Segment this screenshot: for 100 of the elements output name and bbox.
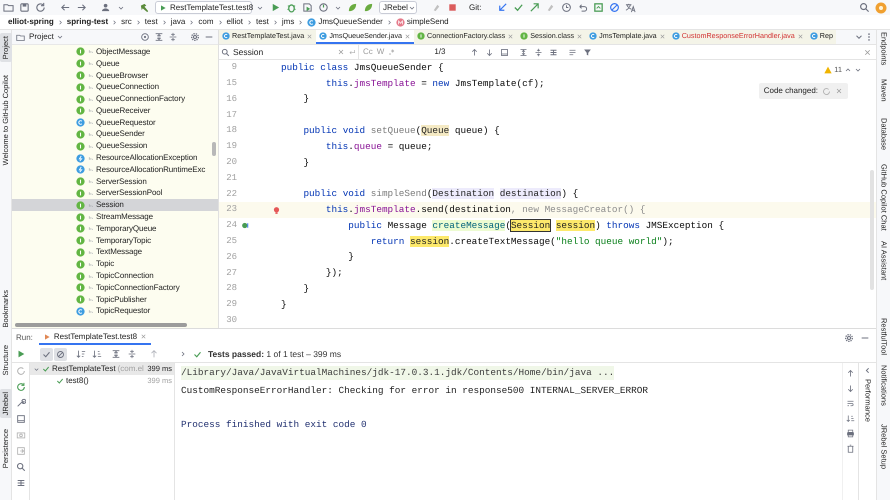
up-icon[interactable] [844, 66, 852, 74]
filter-icon[interactable] [583, 48, 592, 56]
breadcrumb-item[interactable]: test [254, 16, 270, 28]
select-all-icon[interactable] [500, 48, 510, 56]
sort-icon[interactable] [92, 349, 102, 359]
remove-selection-icon[interactable] [534, 48, 544, 56]
tree-item[interactable]: QueueSession [12, 140, 218, 152]
close-icon[interactable] [863, 48, 872, 56]
plugin-dropdown[interactable]: JRebel [379, 1, 417, 14]
tree-item[interactable]: QueueConnectionFactory [12, 93, 218, 105]
breadcrumb-item[interactable]: JmsQueueSender [306, 16, 384, 28]
tree-item[interactable]: QueueReceiver [12, 104, 218, 117]
collapse-all-icon[interactable] [168, 32, 178, 42]
breadcrumb-item[interactable]: jms [280, 16, 296, 28]
layout-icon[interactable] [16, 478, 26, 488]
tree-item[interactable]: TopicConnectionFactory [12, 282, 218, 294]
search-icon[interactable] [859, 2, 870, 13]
show-passed-toggle[interactable] [40, 348, 53, 360]
square-icon[interactable] [593, 2, 604, 13]
leaf-icon[interactable] [363, 2, 374, 13]
leaf-icon[interactable] [347, 2, 358, 13]
breadcrumb-item[interactable]: java [170, 16, 186, 28]
tree-item[interactable]: QueueConnection [12, 81, 218, 94]
back-arrow-icon[interactable] [60, 2, 71, 13]
breadcrumb-item[interactable]: src [120, 16, 133, 28]
tree-item[interactable]: ResourceAllocationRuntimeExc [12, 164, 218, 176]
forward-arrow-icon[interactable] [76, 2, 87, 13]
tree-item[interactable]: StreamMessage [12, 211, 218, 223]
search-field[interactable]: Session [219, 44, 359, 60]
translate-icon[interactable] [625, 2, 636, 13]
settings-icon[interactable] [844, 332, 854, 342]
breadcrumb-item[interactable]: elliot-spring [7, 16, 55, 28]
chevron-left-icon[interactable] [863, 366, 872, 375]
search-icon[interactable] [16, 462, 26, 472]
tree-item[interactable]: Queue [12, 58, 218, 70]
breadcrumb-item[interactable]: simpleSend [394, 16, 450, 28]
tree-item[interactable]: ObjectMessage [12, 46, 218, 58]
chevron-icon[interactable] [33, 366, 40, 372]
tree-item[interactable]: TopicRequestor [12, 306, 218, 318]
collapse-all-icon[interactable] [127, 349, 137, 359]
expand-all-icon[interactable] [111, 349, 121, 359]
add-selection-icon[interactable] [519, 48, 528, 56]
soft-wrap-icon[interactable] [846, 399, 855, 408]
breadcrumb-item[interactable]: com [197, 16, 215, 28]
next-match-icon[interactable] [485, 48, 494, 56]
debug-icon[interactable] [286, 2, 297, 13]
show-ignored-toggle[interactable] [54, 348, 67, 360]
breadcrumb-item[interactable]: test [144, 16, 159, 28]
bulb-icon[interactable] [272, 206, 281, 215]
down-arrow-icon[interactable] [846, 384, 855, 393]
settings-icon[interactable] [190, 32, 200, 42]
clock-icon[interactable] [561, 2, 572, 13]
tree-item[interactable]: QueueRequestor [12, 116, 218, 129]
wrench-icon[interactable] [16, 398, 26, 408]
breadcrumb-item[interactable]: elliot [226, 16, 244, 28]
clear-icon[interactable] [337, 48, 345, 56]
caret-icon[interactable] [117, 4, 125, 12]
project-view-dropdown[interactable]: Project [29, 31, 64, 43]
print-icon[interactable] [846, 429, 855, 438]
target-icon[interactable] [140, 32, 150, 42]
update-arrow-icon[interactable] [497, 2, 508, 13]
rerun-failed-icon[interactable] [16, 382, 26, 392]
scroll-end-icon[interactable] [846, 414, 855, 423]
run-tab[interactable]: RestTemplateTest.test8 [38, 330, 152, 345]
double-chevron-icon[interactable] [179, 350, 187, 358]
hammer-icon[interactable] [139, 2, 150, 13]
select-occurrences-icon[interactable] [549, 48, 558, 56]
tree-item[interactable]: ServerSession [12, 176, 218, 188]
caret-icon[interactable] [334, 4, 342, 12]
options-icon[interactable] [568, 48, 578, 56]
person-icon[interactable] [101, 2, 112, 13]
trash-icon[interactable] [846, 444, 855, 453]
tree-item[interactable]: TemporaryTopic [12, 234, 218, 247]
implements-icon[interactable] [241, 221, 250, 230]
tree-item[interactable]: ResourceAllocationException [12, 152, 218, 164]
up-arrow-icon[interactable] [846, 369, 855, 378]
sort-icon[interactable] [76, 349, 86, 359]
tree-item[interactable]: QueueBrowser [12, 70, 218, 82]
down-icon[interactable] [854, 66, 862, 74]
coverage-icon[interactable] [302, 2, 313, 13]
previous-match-icon[interactable] [470, 48, 480, 56]
close-icon[interactable] [835, 87, 843, 95]
folder-icon[interactable] [3, 2, 14, 13]
tree-item[interactable]: Session [12, 199, 218, 212]
expand-all-icon[interactable] [154, 32, 164, 42]
run-icon[interactable] [270, 2, 281, 13]
tree-item[interactable]: TopicPublisher [12, 294, 218, 306]
tree-item[interactable]: ServerSessionPool [12, 188, 218, 200]
tree-item[interactable]: TemporaryQueue [12, 222, 218, 235]
tree-item[interactable]: TopicConnection [12, 270, 218, 282]
undo-icon[interactable] [577, 2, 588, 13]
tree-item[interactable]: TextMessage [12, 246, 218, 258]
commit-check-icon[interactable] [513, 2, 524, 13]
profiler-icon[interactable] [318, 2, 329, 13]
sync-icon[interactable] [35, 2, 46, 13]
push-arrow-icon[interactable] [529, 2, 540, 13]
tree-item[interactable]: Topic [12, 258, 218, 270]
save-icon[interactable] [19, 2, 30, 13]
tree-item[interactable]: QueueSender [12, 128, 218, 140]
breadcrumb-item[interactable]: spring-test [66, 16, 110, 28]
